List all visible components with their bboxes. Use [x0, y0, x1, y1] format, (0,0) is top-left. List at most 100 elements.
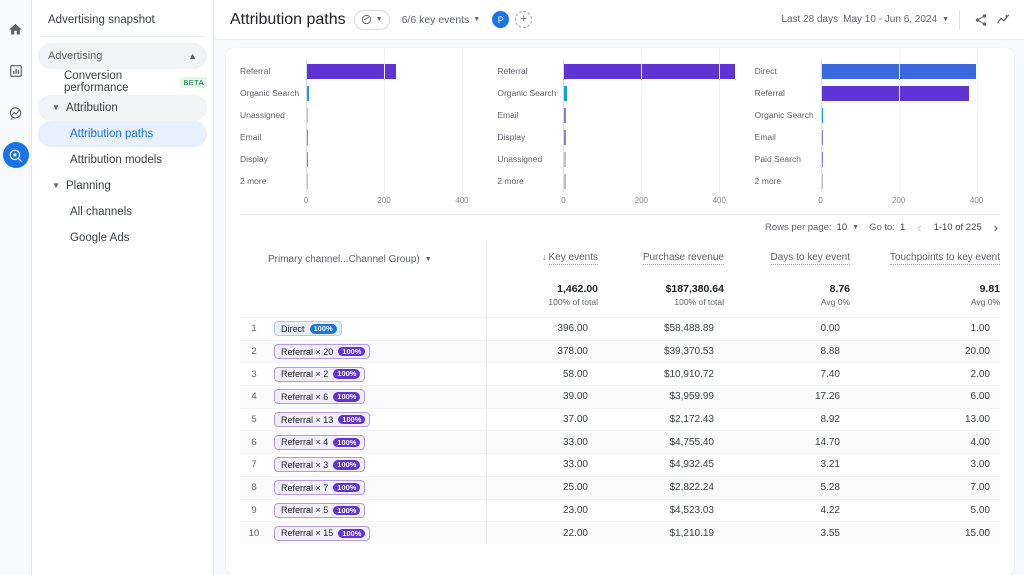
- row-key-events: 25.00: [562, 482, 588, 494]
- row-days-to-key-event: 17.26: [814, 391, 840, 403]
- sidebar-item-planning[interactable]: ▼ Planning: [38, 173, 207, 199]
- total-key-events-sub: 100% of total: [548, 297, 598, 307]
- axis-tick-label: 400: [712, 196, 726, 205]
- chart-bar-row: Referral: [240, 60, 485, 82]
- header-key-events[interactable]: ↓ Key events: [486, 240, 598, 275]
- path-chip[interactable]: Referral × 7 100%: [274, 480, 366, 496]
- chart-bar[interactable]: [307, 130, 309, 145]
- chart-bar[interactable]: [821, 108, 824, 123]
- goto-page[interactable]: Go to: 1: [869, 222, 905, 233]
- sidebar-item-google-ads[interactable]: Google Ads: [38, 225, 207, 251]
- table-row[interactable]: 4 Referral × 6 100% 39.00 $3,959.99 17.26 6.00: [240, 385, 1000, 409]
- sidebar-item-all-channels[interactable]: All channels: [38, 199, 207, 225]
- path-chip[interactable]: Referral × 4 100%: [274, 434, 366, 450]
- header-key-events-label: Key events: [548, 252, 598, 265]
- sidebar-item-attribution-models[interactable]: Attribution models: [38, 147, 207, 173]
- path-chip[interactable]: Direct 100%: [274, 321, 342, 337]
- chart-bar[interactable]: [821, 86, 970, 101]
- path-chip[interactable]: Referral × 6 100%: [274, 389, 366, 405]
- chevron-down-icon: ▼: [375, 16, 383, 23]
- chart-bar[interactable]: [564, 86, 567, 101]
- table-row[interactable]: 8 Referral × 7 100% 25.00 $2,822.24 5.28 7.00: [240, 476, 1000, 499]
- sort-desc-icon: ↓: [542, 252, 547, 262]
- axis-tick-label: 400: [969, 196, 984, 205]
- path-chip[interactable]: Referral × 3 100%: [274, 457, 366, 473]
- pagination-controls: Rows per page: 10 ▼ Go to: 1 ‹ 1-10 of 2…: [240, 214, 1000, 240]
- chart-plot-cell: [820, 170, 1000, 192]
- table-row[interactable]: 3 Referral × 2 100% 58.00 $10,910.72 7.40 2.00: [240, 362, 1000, 386]
- sidebar-item-google-ads-label: Google Ads: [70, 232, 130, 244]
- insights-icon[interactable]: [992, 9, 1014, 31]
- path-chip-label: Referral × 13: [281, 414, 334, 425]
- table-row[interactable]: 9 Referral × 5 100% 23.00 $4,523.03 4.22 5.00: [240, 499, 1000, 522]
- chart-bar[interactable]: [307, 174, 309, 189]
- gridline: [383, 48, 385, 194]
- chart-category-label: Display: [497, 132, 526, 142]
- dimension-selector[interactable]: Primary channel...Channel Group) ▼: [268, 254, 432, 265]
- total-days-value: 8.76: [829, 283, 850, 295]
- axis-ticks: 0 200 400: [561, 48, 742, 210]
- share-icon[interactable]: [970, 9, 992, 31]
- path-chip[interactable]: Referral × 15 100%: [274, 525, 371, 541]
- avatar[interactable]: P: [492, 11, 510, 28]
- explore-icon[interactable]: [3, 100, 29, 126]
- prev-page-button[interactable]: ‹: [915, 220, 923, 235]
- path-chip[interactable]: Referral × 2 100%: [274, 366, 366, 382]
- table-row[interactable]: 6 Referral × 4 100% 33.00 $4,755.40 14.70 4.00: [240, 430, 1000, 454]
- chart-bar[interactable]: [821, 174, 824, 189]
- chart-bar[interactable]: [307, 64, 396, 79]
- chart-bar[interactable]: [564, 152, 566, 167]
- reports-icon[interactable]: [3, 58, 29, 84]
- rows-per-page[interactable]: Rows per page: 10 ▼: [765, 222, 859, 233]
- sidebar-group-advertising[interactable]: Advertising ▲: [38, 43, 207, 69]
- attribution-paths-table: Primary channel...Channel Group) ▼ ↓ Key …: [240, 240, 1000, 545]
- chart-bar[interactable]: [307, 152, 309, 167]
- row-touchpoints-to-key-event: 7.00: [970, 482, 990, 494]
- gridline: [898, 48, 900, 194]
- advertising-icon[interactable]: [2, 142, 29, 168]
- path-chip[interactable]: Referral × 13 100%: [274, 412, 371, 428]
- table-row[interactable]: 1 Direct 100% 396.00 $58,488.89 0.00 1.00: [240, 317, 1000, 341]
- add-comparison-button[interactable]: +: [515, 11, 533, 28]
- totals-index: [240, 275, 268, 318]
- chart-bar-row: Organic Search: [497, 82, 742, 104]
- total-key-events: 1,462.00 100% of total: [486, 275, 598, 318]
- chart-plot-cell: [563, 170, 742, 192]
- chart-bar[interactable]: [307, 108, 309, 123]
- header-touchpoints-to-key-event[interactable]: Touchpoints to key event: [850, 240, 1000, 275]
- sidebar-item-attribution-paths[interactable]: Attribution paths: [38, 121, 207, 147]
- chevron-down-icon: ▼: [424, 256, 432, 263]
- chart-bar[interactable]: [564, 130, 566, 145]
- table-row[interactable]: 10 Referral × 15 100% 22.00 $1,210.19 3.55 15.…: [240, 521, 1000, 545]
- table-row[interactable]: 5 Referral × 13 100% 37.00 $2,172.43 8.92 13.0…: [240, 408, 1000, 431]
- axis-tick-label: 400: [455, 196, 469, 205]
- caret-down-icon: ▼: [52, 181, 60, 190]
- header-dimension[interactable]: Primary channel...Channel Group) ▼: [268, 240, 487, 275]
- table-row[interactable]: 2 Referral × 20 100% 378.00 $39,370.53 8.88 20…: [240, 340, 1000, 363]
- table-row[interactable]: 7 Referral × 3 100% 33.00 $4,932.45 3.21 3.00: [240, 453, 1000, 477]
- caret-down-icon: ▼: [52, 103, 60, 112]
- row-touchpoints-to-key-event: 1.00: [970, 323, 990, 335]
- comparison-pill-button[interactable]: ▼: [353, 9, 390, 30]
- key-events-selector[interactable]: 6/6 key events ▼: [402, 14, 481, 26]
- chart-bar[interactable]: [821, 130, 824, 145]
- row-purchase-revenue: $4,523.03: [669, 504, 715, 516]
- home-icon[interactable]: [3, 16, 29, 42]
- header-index: [240, 240, 268, 275]
- sidebar-item-attribution[interactable]: ▼ Attribution: [38, 95, 207, 121]
- chart-bar[interactable]: [564, 108, 566, 123]
- chart-bar-row: Email: [755, 126, 1000, 148]
- chart-plot-cell: [306, 104, 485, 126]
- header-purchase-revenue[interactable]: Purchase revenue: [598, 240, 724, 275]
- chart-bar[interactable]: [564, 64, 735, 79]
- sidebar-item-advertising-snapshot[interactable]: Advertising snapshot: [40, 6, 205, 37]
- chart-bar[interactable]: [307, 86, 309, 101]
- chart-bar[interactable]: [821, 152, 824, 167]
- date-range-selector[interactable]: Last 28 days May 10 - Jun 6, 2024 ▼: [781, 14, 949, 25]
- chart-bar[interactable]: [564, 174, 566, 189]
- sidebar-item-conversion-performance[interactable]: Conversion performance BETA: [38, 69, 207, 95]
- path-chip[interactable]: Referral × 5 100%: [274, 502, 366, 518]
- next-page-button[interactable]: ›: [992, 220, 1000, 235]
- header-days-to-key-event[interactable]: Days to key event: [724, 240, 850, 275]
- path-chip[interactable]: Referral × 20 100%: [274, 344, 371, 360]
